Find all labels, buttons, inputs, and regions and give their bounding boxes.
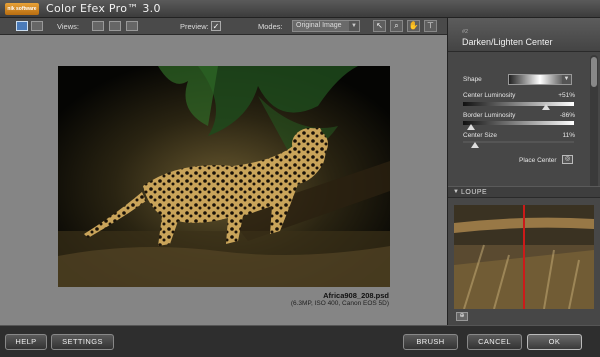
chevron-down-icon: ▼ — [349, 21, 359, 31]
place-center-label: Place Center — [519, 157, 557, 164]
image-metadata: (6.3MP, ISO 400, Canon EOS 5D) — [290, 300, 389, 307]
center-size-slider[interactable] — [463, 141, 574, 143]
center-luminosity-slider[interactable] — [463, 102, 574, 106]
bottom-bar: HELP SETTINGS BRUSH CANCEL OK — [0, 325, 600, 357]
center-size-thumb[interactable] — [471, 142, 480, 148]
filter-name: Darken/Lighten Center — [462, 37, 553, 47]
shape-select[interactable]: ▼ — [508, 74, 572, 85]
place-center-icon[interactable]: ◎ — [562, 155, 573, 164]
zoom-icon[interactable]: ⌕ — [390, 20, 403, 32]
settings-button[interactable]: SETTINGS — [51, 334, 114, 350]
filter-header[interactable]: #2 Darken/Lighten Center — [448, 18, 600, 52]
split-preview-view-icon[interactable] — [126, 21, 138, 31]
color-picker-icon[interactable]: ⊤ — [424, 20, 437, 32]
scrollbar-thumb[interactable] — [591, 57, 597, 87]
filter-panel: #2 Darken/Lighten Center Shape ▼ Center … — [447, 18, 600, 325]
image-filename: Africa908_208.psd — [323, 291, 389, 300]
center-luminosity-value: +51% — [558, 92, 575, 99]
app-logo: nik software — [5, 3, 39, 15]
border-luminosity-slider[interactable] — [463, 121, 574, 125]
cancel-button[interactable]: CANCEL — [467, 334, 522, 350]
image-view-icon[interactable] — [16, 21, 28, 31]
ok-button[interactable]: OK — [527, 334, 582, 350]
center-size-value: 11% — [562, 132, 575, 139]
chevron-down-icon: ▼ — [562, 75, 571, 84]
brush-button[interactable]: BRUSH — [403, 334, 458, 350]
preview-checkbox[interactable]: ✓ — [211, 21, 221, 31]
border-luminosity-value: -86% — [559, 112, 575, 119]
side-by-side-view-icon[interactable] — [109, 21, 121, 31]
loupe-pin-icon[interactable]: ⊕ — [456, 312, 468, 321]
modes-select[interactable]: Original Image ▼ — [292, 20, 360, 32]
single-view-icon[interactable] — [92, 21, 104, 31]
title-bar: nik software Color Efex Pro™ 3.0 — [0, 0, 600, 18]
views-label: Views: — [57, 22, 79, 31]
center-size-label: Center Size — [463, 132, 497, 139]
center-luminosity-label: Center Luminosity — [463, 92, 516, 99]
loupe-view[interactable] — [454, 205, 594, 309]
border-luminosity-label: Border Luminosity — [463, 112, 516, 119]
pointer-icon[interactable]: ↖ — [373, 20, 386, 32]
loupe-header[interactable]: ▼ LOUPE — [448, 186, 600, 198]
split-view-icon[interactable] — [31, 21, 43, 31]
image-canvas[interactable]: Africa908_208.psd (6.3MP, ISO 400, Canon… — [0, 35, 447, 325]
hand-icon[interactable]: ✋ — [407, 20, 420, 32]
modes-label: Modes: — [258, 22, 283, 31]
loupe-image — [454, 205, 594, 309]
help-button[interactable]: HELP — [5, 334, 47, 350]
border-luminosity-thumb[interactable] — [466, 124, 475, 130]
collapse-triangle-icon: ▼ — [453, 189, 459, 195]
preview-image[interactable] — [58, 66, 390, 287]
preview-label: Preview: — [180, 22, 209, 31]
toolbar: Views: Preview: ✓ Modes: Original Image … — [0, 18, 447, 35]
app-title: Color Efex Pro™ 3.0 — [46, 2, 161, 15]
filter-number: #2 — [462, 29, 469, 35]
loupe-title: LOUPE — [461, 189, 488, 196]
center-luminosity-thumb[interactable] — [542, 104, 551, 110]
modes-select-value: Original Image — [296, 22, 342, 29]
panel-scrollbar[interactable] — [590, 55, 598, 195]
leopard-photo — [58, 66, 390, 287]
shape-label: Shape — [463, 76, 482, 83]
